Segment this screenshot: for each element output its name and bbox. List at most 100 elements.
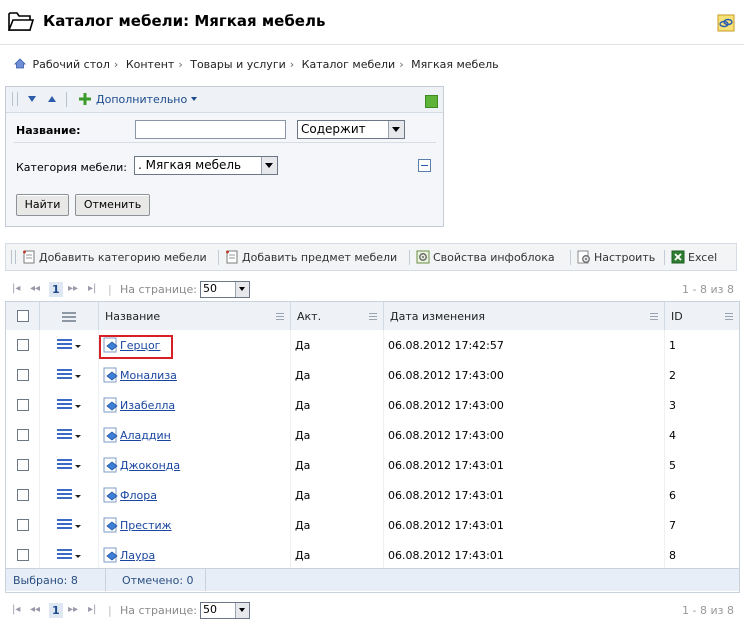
row-active: Да <box>295 459 311 472</box>
filter-status-icon[interactable] <box>425 95 438 108</box>
prev-page-icon[interactable]: ◂◂ <box>30 283 40 294</box>
row-modified: 06.08.2012 17:42:57 <box>388 339 504 352</box>
row-actions-menu-icon[interactable] <box>57 369 81 381</box>
row-id-cell: 8 <box>664 540 739 570</box>
per-page-select[interactable]: 50 <box>200 602 250 619</box>
table-row[interactable]: Монализа Да 06.08.2012 17:43:00 2 <box>6 360 739 391</box>
row-name-cell: Герцог <box>98 330 291 360</box>
home-icon <box>14 58 26 69</box>
cancel-button[interactable]: Отменить <box>75 194 150 216</box>
per-page-select[interactable]: 50 <box>200 281 250 298</box>
element-icon <box>103 547 118 563</box>
breadcrumb-item-goods[interactable]: Товары и услуги <box>190 58 286 71</box>
name-mode-select[interactable]: Содержит <box>297 120 405 139</box>
column-menu-icon[interactable] <box>369 313 377 320</box>
row-name-link[interactable]: Флора <box>120 489 157 502</box>
row-actions-menu-icon[interactable] <box>57 429 81 441</box>
row-modified-cell: 06.08.2012 17:43:00 <box>383 360 665 390</box>
grip-handle[interactable] <box>11 250 16 264</box>
row-actions-menu-icon[interactable] <box>57 519 81 531</box>
column-menu-icon[interactable] <box>276 313 284 320</box>
table-row[interactable]: Герцог Да 06.08.2012 17:42:57 1 <box>6 330 739 361</box>
column-name-header[interactable]: Название <box>98 302 291 330</box>
row-actions-menu-icon[interactable] <box>57 399 81 411</box>
separator: | <box>108 604 112 617</box>
row-name-link[interactable]: Престиж <box>120 519 172 532</box>
filter-panel: Дополнительно Название: Содержит Категор… <box>5 86 444 227</box>
row-checkbox[interactable] <box>17 459 29 471</box>
current-page[interactable]: 1 <box>49 603 63 618</box>
configure-button[interactable]: Настроить <box>577 250 655 264</box>
separator: | <box>108 283 112 296</box>
column-active-header[interactable]: Акт. <box>290 302 384 330</box>
table-row[interactable]: Флора Да 06.08.2012 17:43:01 6 <box>6 480 739 511</box>
row-active: Да <box>295 339 311 352</box>
collapse-up-icon[interactable] <box>48 96 56 102</box>
row-id: 6 <box>669 489 676 502</box>
breadcrumb: Рабочий стол › Контент › Товары и услуги › … <box>14 58 499 71</box>
row-modified: 06.08.2012 17:43:00 <box>388 399 504 412</box>
more-filters-button[interactable]: Дополнительно <box>96 93 198 106</box>
excel-export-button[interactable]: Excel <box>671 250 717 264</box>
list-menu-icon[interactable] <box>62 312 76 322</box>
add-category-button[interactable]: Добавить категорию мебели <box>22 250 207 264</box>
row-actions-menu-icon[interactable] <box>57 489 81 501</box>
add-item-button[interactable]: Добавить предмет мебели <box>225 250 397 264</box>
row-id-cell: 2 <box>664 360 739 390</box>
column-modified-header[interactable]: Дата изменения <box>383 302 665 330</box>
current-page[interactable]: 1 <box>49 282 63 297</box>
plus-icon[interactable] <box>79 93 91 105</box>
element-icon <box>103 427 118 443</box>
row-checkbox[interactable] <box>17 399 29 411</box>
last-page-icon[interactable]: ▸| <box>88 283 96 294</box>
row-checkbox[interactable] <box>17 369 29 381</box>
next-page-icon[interactable]: ▸▸ <box>68 283 78 294</box>
breadcrumb-item-content[interactable]: Контент <box>126 58 175 71</box>
row-name-link[interactable]: Изабелла <box>120 399 175 412</box>
select-all-checkbox[interactable] <box>17 310 29 322</box>
prev-page-icon[interactable]: ◂◂ <box>30 604 40 615</box>
row-name-link[interactable]: Лаура <box>120 549 155 562</box>
table-row[interactable]: Аладдин Да 06.08.2012 17:43:00 4 <box>6 420 739 451</box>
table-row[interactable]: Лаура Да 06.08.2012 17:43:01 8 <box>6 540 739 571</box>
first-page-icon[interactable]: |◂ <box>12 604 20 615</box>
row-checkbox[interactable] <box>17 489 29 501</box>
iblock-properties-button[interactable]: Свойства инфоблока <box>416 250 555 264</box>
separator <box>570 250 571 265</box>
next-page-icon[interactable]: ▸▸ <box>68 604 78 615</box>
row-id: 7 <box>669 519 676 532</box>
expand-down-icon[interactable] <box>28 96 36 102</box>
first-page-icon[interactable]: |◂ <box>12 283 20 294</box>
row-checkbox-cell <box>6 540 40 570</box>
find-button[interactable]: Найти <box>16 194 69 216</box>
row-actions-menu-icon[interactable] <box>57 459 81 471</box>
row-modified-cell: 06.08.2012 17:43:01 <box>383 450 665 480</box>
row-checkbox[interactable] <box>17 339 29 351</box>
table-row[interactable]: Престиж Да 06.08.2012 17:43:01 7 <box>6 510 739 541</box>
table-row[interactable]: Изабелла Да 06.08.2012 17:43:00 3 <box>6 390 739 421</box>
remove-filter-icon[interactable] <box>418 159 431 172</box>
excel-icon <box>671 250 685 264</box>
link-icon[interactable] <box>717 14 735 32</box>
row-actions-menu-icon[interactable] <box>57 339 81 351</box>
row-name-link[interactable]: Монализа <box>120 369 177 382</box>
category-select[interactable]: . Мягкая мебель <box>134 156 278 175</box>
breadcrumb-item-desktop[interactable]: Рабочий стол <box>33 58 110 71</box>
row-id: 5 <box>669 459 676 472</box>
row-name-link[interactable]: Аладдин <box>120 429 171 442</box>
row-checkbox[interactable] <box>17 549 29 561</box>
grip-handle[interactable] <box>12 92 18 106</box>
column-menu-icon[interactable] <box>650 313 658 320</box>
row-checkbox[interactable] <box>17 429 29 441</box>
row-name-link[interactable]: Джоконда <box>120 459 180 472</box>
column-id-header[interactable]: ID <box>664 302 739 330</box>
row-checkbox-cell <box>6 390 40 420</box>
row-id: 2 <box>669 369 676 382</box>
row-checkbox[interactable] <box>17 519 29 531</box>
column-menu-icon[interactable] <box>725 313 733 320</box>
name-filter-input[interactable] <box>135 120 286 139</box>
row-actions-menu-icon[interactable] <box>57 549 81 561</box>
last-page-icon[interactable]: ▸| <box>88 604 96 615</box>
breadcrumb-item-catalog[interactable]: Каталог мебели <box>302 58 396 71</box>
table-row[interactable]: Джоконда Да 06.08.2012 17:43:01 5 <box>6 450 739 481</box>
